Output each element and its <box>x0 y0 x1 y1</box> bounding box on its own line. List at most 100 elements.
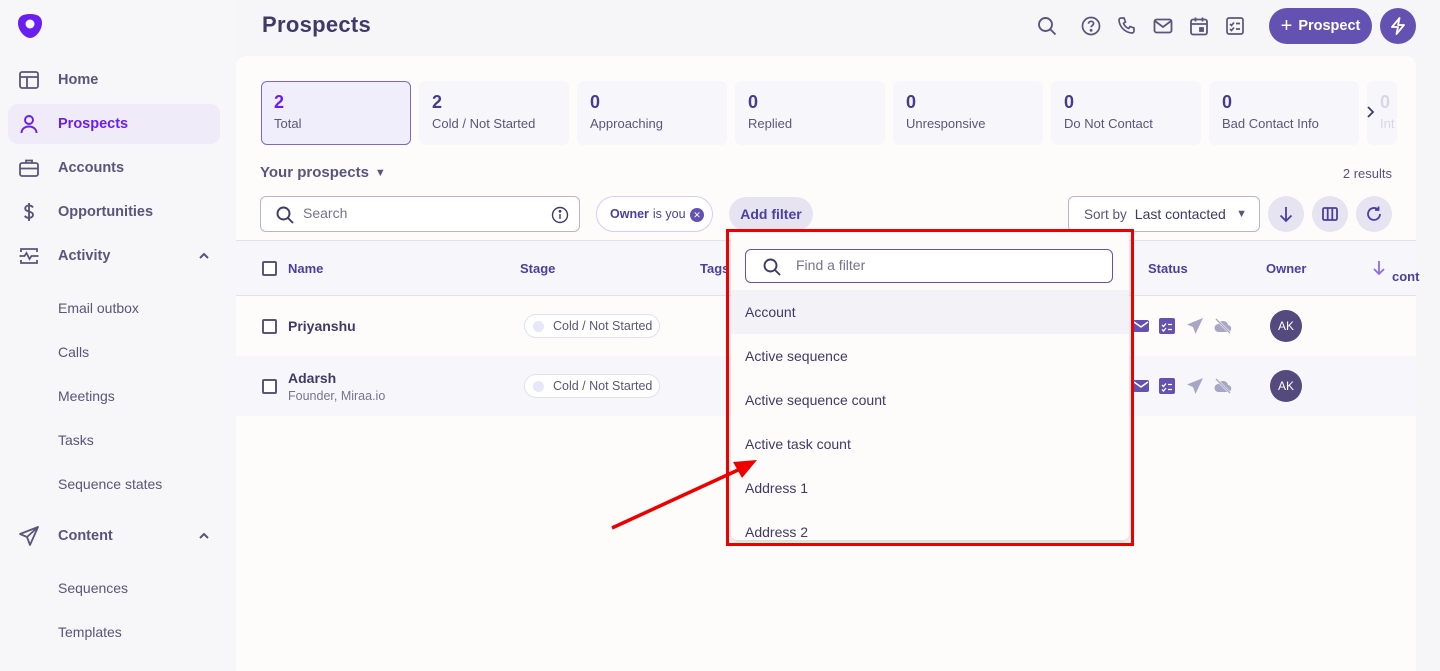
sequence-status-icon[interactable] <box>1186 377 1204 395</box>
sidebar-subitem-templates[interactable]: Templates <box>58 624 122 640</box>
sequence-status-icon[interactable] <box>1186 317 1204 335</box>
sort-label: Sort by <box>1084 206 1127 222</box>
search-icon <box>276 206 294 224</box>
calendar-icon[interactable] <box>1188 15 1210 37</box>
row-checkbox[interactable] <box>262 379 277 394</box>
column-name[interactable]: Name <box>288 261 323 276</box>
sidebar-subitem-email-outbox[interactable]: Email outbox <box>58 300 139 316</box>
sidebar-item-opportunities[interactable]: Opportunities <box>8 192 220 232</box>
stat-label: Unresponsive <box>906 116 986 131</box>
page-title: Prospects <box>262 12 372 37</box>
sidebar-item-label: Prospects <box>58 116 129 132</box>
stat-label: Do Not Contact <box>1064 116 1153 131</box>
filter-option-active-task-count[interactable]: Active task count <box>731 422 1129 466</box>
stat-count: 0 <box>1380 92 1391 112</box>
prospect-name[interactable]: Priyanshu <box>288 318 356 334</box>
sidebar-subitem-sequences[interactable]: Sequences <box>58 580 128 596</box>
sidebar-subitem-calls[interactable]: Calls <box>58 344 89 360</box>
column-owner[interactable]: Owner <box>1266 261 1306 276</box>
columns-button[interactable] <box>1312 196 1348 232</box>
person-icon <box>20 115 38 134</box>
sync-off-icon[interactable] <box>1214 317 1232 335</box>
filter-option-active-sequence[interactable]: Active sequence <box>731 334 1129 378</box>
sidebar-item-prospects[interactable]: Prospects <box>8 104 220 144</box>
stat-card-total[interactable]: 2 Total <box>261 81 411 145</box>
sidebar-item-label: Opportunities <box>58 204 154 220</box>
column-status[interactable]: Status <box>1148 261 1188 276</box>
stat-card-unresponsive[interactable]: 0 Unresponsive <box>893 81 1043 145</box>
sidebar-item-label: Activity <box>58 248 111 264</box>
filter-dropdown: Account Active sequence Active sequence … <box>731 233 1129 540</box>
refresh-icon <box>1367 206 1381 221</box>
prospect-name[interactable]: Adarsh <box>288 370 336 386</box>
column-last-contacted[interactable]: cont <box>1392 269 1419 284</box>
filter-option-account[interactable]: Account <box>731 290 1129 334</box>
sidebar-item-activity[interactable]: Activity <box>8 236 220 276</box>
stat-count: 0 <box>1064 92 1075 112</box>
phone-icon[interactable] <box>1116 15 1138 37</box>
owner-avatar[interactable]: AK <box>1270 310 1302 342</box>
tasks-icon[interactable] <box>1224 15 1246 37</box>
row-checkbox[interactable] <box>262 319 277 334</box>
stat-label: Approaching <box>590 116 663 131</box>
quick-actions-button[interactable] <box>1380 8 1416 44</box>
filter-option-active-sequence-count[interactable]: Active sequence count <box>731 378 1129 422</box>
add-prospect-button[interactable]: + Prospect <box>1269 8 1372 44</box>
filter-field: Owner <box>610 207 649 221</box>
stat-label: Cold / Not Started <box>432 116 536 131</box>
sidebar-item-accounts[interactable]: Accounts <box>8 148 220 188</box>
refresh-button[interactable] <box>1356 196 1392 232</box>
help-icon[interactable] <box>1080 15 1102 37</box>
stat-label: Total <box>274 116 302 131</box>
sort-arrow-icon <box>1373 261 1385 276</box>
search-icon[interactable] <box>1036 15 1058 37</box>
bolt-icon <box>1391 17 1405 35</box>
chevron-right-icon[interactable] <box>1364 104 1376 120</box>
stat-card-do-not-contact[interactable]: 0 Do Not Contact <box>1051 81 1201 145</box>
saved-view-selector[interactable]: Your prospects ▼ <box>260 164 386 181</box>
owner-filter-chip[interactable]: Owner is you ✕ <box>596 196 713 232</box>
prospect-title: Founder, Miraa.io <box>288 389 386 403</box>
prospect-search[interactable] <box>260 196 580 232</box>
stat-card-cold[interactable]: 2 Cold / Not Started <box>419 81 569 145</box>
mail-status-icon[interactable] <box>1132 317 1150 335</box>
filter-option-address-1[interactable]: Address 1 <box>731 466 1129 510</box>
send-icon <box>19 526 39 546</box>
select-all-checkbox[interactable] <box>262 261 277 276</box>
mail-status-icon[interactable] <box>1132 377 1150 395</box>
remove-filter-icon[interactable]: ✕ <box>690 208 704 222</box>
sync-off-icon[interactable] <box>1214 377 1232 395</box>
add-filter-button[interactable]: Add filter <box>729 197 813 231</box>
stat-card-bad-contact-info[interactable]: 0 Bad Contact Info <box>1209 81 1359 145</box>
stat-card-replied[interactable]: 0 Replied <box>735 81 885 145</box>
stat-label: Bad Contact Info <box>1222 116 1319 131</box>
sidebar-item-home[interactable]: Home <box>8 60 220 100</box>
sidebar-item-content[interactable]: Content <box>8 516 220 556</box>
sort-direction-button[interactable] <box>1268 196 1304 232</box>
outreach-logo-icon[interactable] <box>17 13 43 39</box>
task-status-icon[interactable] <box>1158 377 1176 395</box>
stat-card-approaching[interactable]: 0 Approaching <box>577 81 727 145</box>
search-input[interactable] <box>303 205 543 221</box>
stat-count: 2 <box>432 92 443 112</box>
filter-option-address-2[interactable]: Address 2 <box>731 510 1129 540</box>
column-tags[interactable]: Tags <box>700 261 729 276</box>
chevron-up-icon[interactable] <box>196 528 212 544</box>
sidebar-subitem-tasks[interactable]: Tasks <box>58 432 94 448</box>
filter-search[interactable] <box>745 249 1113 283</box>
sort-select[interactable]: Sort by Last contacted ▼ <box>1068 196 1260 232</box>
chevron-up-icon[interactable] <box>196 248 212 264</box>
owner-avatar[interactable]: AK <box>1270 370 1302 402</box>
stage-pill[interactable]: Cold / Not Started <box>524 314 660 338</box>
column-stage[interactable]: Stage <box>520 261 555 276</box>
layout-icon <box>19 71 39 89</box>
sidebar-item-label: Home <box>58 72 99 88</box>
stage-pill[interactable]: Cold / Not Started <box>524 374 660 398</box>
filter-search-input[interactable] <box>796 257 1096 273</box>
info-icon[interactable] <box>551 206 569 224</box>
mail-icon[interactable] <box>1152 15 1174 37</box>
task-status-icon[interactable] <box>1158 317 1176 335</box>
sidebar-subitem-sequence-states[interactable]: Sequence states <box>58 476 162 492</box>
sidebar-item-label: Content <box>58 528 113 544</box>
sidebar-subitem-meetings[interactable]: Meetings <box>58 388 115 404</box>
